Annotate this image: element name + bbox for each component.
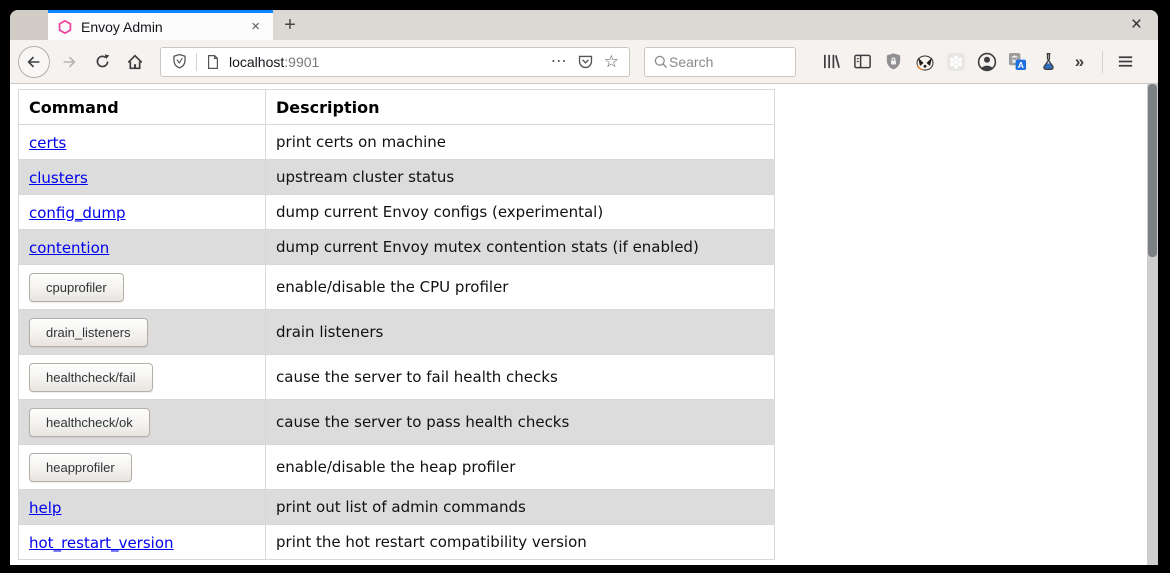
table-row: clusters upstream cluster status bbox=[19, 160, 775, 195]
menu-icon[interactable] bbox=[1110, 47, 1141, 77]
command-cell: contention bbox=[19, 230, 266, 265]
table-row: healthcheck/ok cause the server to pass h… bbox=[19, 400, 775, 445]
scrollbar-track[interactable] bbox=[1147, 84, 1158, 565]
tab-close-icon[interactable]: × bbox=[247, 18, 264, 35]
table-row: contention dump current Envoy mutex conte… bbox=[19, 230, 775, 265]
column-header-command: Command bbox=[19, 90, 266, 125]
command-cell: healthcheck/ok bbox=[19, 400, 266, 445]
command-cell: help bbox=[19, 490, 266, 525]
url-text: localhost:9901 bbox=[229, 54, 319, 70]
command-cell: heapprofiler bbox=[19, 445, 266, 490]
command-button[interactable]: drain_listeners bbox=[29, 318, 148, 347]
flower-extension-icon[interactable] bbox=[940, 47, 971, 77]
toolbar-divider bbox=[1102, 51, 1103, 73]
table-row: help print out list of admin commands bbox=[19, 490, 775, 525]
admin-commands-table: Command Description certs print certs on … bbox=[18, 89, 775, 560]
table-row: config_dump dump current Envoy configs (e… bbox=[19, 195, 775, 230]
sidebar-icon[interactable] bbox=[847, 47, 878, 77]
search-input[interactable] bbox=[669, 54, 787, 70]
back-button[interactable] bbox=[18, 46, 50, 78]
page-info-icon[interactable] bbox=[205, 54, 221, 70]
url-host: localhost bbox=[229, 54, 284, 70]
column-header-description: Description bbox=[266, 90, 775, 125]
command-button[interactable]: cpuprofiler bbox=[29, 273, 124, 302]
description-cell: print the hot restart compatibility vers… bbox=[266, 525, 775, 560]
description-cell: print out list of admin commands bbox=[266, 490, 775, 525]
svg-text:A: A bbox=[1018, 60, 1024, 70]
description-cell: drain listeners bbox=[266, 310, 775, 355]
forward-button[interactable] bbox=[55, 48, 83, 76]
url-port: :9901 bbox=[284, 54, 319, 70]
search-icon bbox=[653, 54, 669, 70]
command-button[interactable]: healthcheck/fail bbox=[29, 363, 153, 392]
overflow-chevron-icon[interactable]: » bbox=[1064, 47, 1095, 77]
translate-extension-icon[interactable]: A bbox=[1002, 47, 1033, 77]
table-row: hot_restart_version print the hot restart… bbox=[19, 525, 775, 560]
new-tab-button[interactable]: + bbox=[273, 10, 307, 40]
library-icon[interactable] bbox=[816, 47, 847, 77]
home-button[interactable] bbox=[121, 48, 149, 76]
command-cell: certs bbox=[19, 125, 266, 160]
urlbar-divider bbox=[196, 53, 197, 71]
page-content: Command Description certs print certs on … bbox=[10, 84, 1158, 565]
command-cell: drain_listeners bbox=[19, 310, 266, 355]
tab-envoy-admin[interactable]: Envoy Admin × bbox=[48, 10, 273, 40]
table-row: certs print certs on machine bbox=[19, 125, 775, 160]
bookmark-star-icon[interactable]: ☆ bbox=[604, 53, 619, 70]
table-header-row: Command Description bbox=[19, 90, 775, 125]
command-link[interactable]: clusters bbox=[29, 169, 88, 187]
command-link[interactable]: help bbox=[29, 499, 61, 517]
command-link[interactable]: contention bbox=[29, 239, 109, 257]
tracking-protection-shield-icon[interactable] bbox=[171, 53, 188, 70]
description-cell: dump current Envoy configs (experimental… bbox=[266, 195, 775, 230]
command-cell: config_dump bbox=[19, 195, 266, 230]
table-row: cpuprofiler enable/disable the CPU profil… bbox=[19, 265, 775, 310]
table-row: heapprofiler enable/disable the heap prof… bbox=[19, 445, 775, 490]
table-row: drain_listeners drain listeners bbox=[19, 310, 775, 355]
command-link[interactable]: hot_restart_version bbox=[29, 534, 174, 552]
command-link[interactable]: config_dump bbox=[29, 204, 126, 222]
command-button[interactable]: healthcheck/ok bbox=[29, 408, 150, 437]
flask-extension-icon[interactable] bbox=[1033, 47, 1064, 77]
command-cell: hot_restart_version bbox=[19, 525, 266, 560]
shield-lock-extension-icon[interactable] bbox=[878, 47, 909, 77]
command-cell: healthcheck/fail bbox=[19, 355, 266, 400]
description-cell: cause the server to pass health checks bbox=[266, 400, 775, 445]
description-cell: dump current Envoy mutex contention stat… bbox=[266, 230, 775, 265]
pocket-icon[interactable] bbox=[577, 53, 594, 70]
description-cell: enable/disable the heap profiler bbox=[266, 445, 775, 490]
description-cell: enable/disable the CPU profiler bbox=[266, 265, 775, 310]
description-cell: print certs on machine bbox=[266, 125, 775, 160]
reload-button[interactable] bbox=[88, 48, 116, 76]
browser-window: Envoy Admin × + × bbox=[10, 10, 1158, 565]
tab-bar: Envoy Admin × + × bbox=[10, 10, 1158, 40]
page-actions-icon[interactable]: ⋯ bbox=[551, 54, 567, 70]
envoy-hexagon-icon bbox=[57, 19, 73, 35]
search-bar[interactable] bbox=[644, 47, 796, 77]
account-icon[interactable] bbox=[971, 47, 1002, 77]
privacy-badger-icon[interactable] bbox=[909, 47, 940, 77]
command-table-body: certs print certs on machine clusters upstr… bbox=[19, 125, 775, 560]
scrollbar-thumb[interactable] bbox=[1148, 84, 1157, 257]
toolbar-extensions: A » bbox=[816, 47, 1141, 77]
titlebar-spacer bbox=[10, 10, 48, 40]
command-cell: cpuprofiler bbox=[19, 265, 266, 310]
tab-title: Envoy Admin bbox=[81, 19, 163, 35]
table-row: healthcheck/fail cause the server to fail… bbox=[19, 355, 775, 400]
navigation-toolbar: localhost:9901 ⋯ ☆ bbox=[10, 40, 1158, 84]
command-button[interactable]: heapprofiler bbox=[29, 453, 132, 482]
command-link[interactable]: certs bbox=[29, 134, 66, 152]
description-cell: cause the server to fail health checks bbox=[266, 355, 775, 400]
command-cell: clusters bbox=[19, 160, 266, 195]
window-close-button[interactable]: × bbox=[1115, 10, 1158, 40]
url-bar[interactable]: localhost:9901 ⋯ ☆ bbox=[160, 47, 630, 77]
description-cell: upstream cluster status bbox=[266, 160, 775, 195]
